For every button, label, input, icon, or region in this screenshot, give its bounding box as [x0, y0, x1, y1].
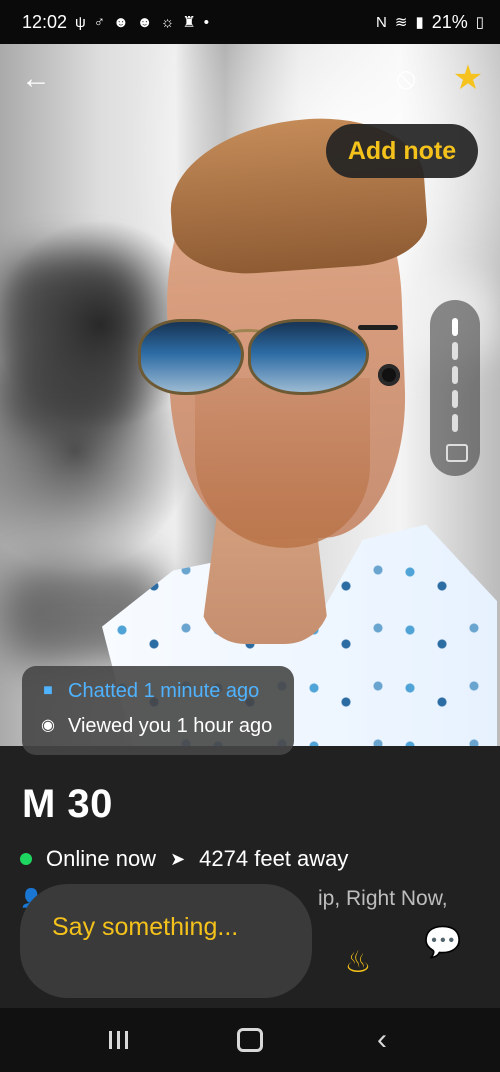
back-arrow-icon: ← — [21, 62, 51, 95]
photo-progress-dot — [452, 342, 458, 360]
wifi-icon: ≋ — [394, 13, 408, 31]
navigation-bar: ‹ — [0, 1008, 500, 1072]
earbud — [378, 364, 400, 386]
chat-icon: 💬 — [424, 925, 462, 959]
nfc-icon: N — [376, 13, 387, 31]
private-photo-icon — [446, 444, 468, 462]
usb-icon: ψ — [75, 13, 86, 31]
chatted-text: Chatted 1 minute ago — [68, 680, 260, 702]
battery-icon: ▯ — [475, 13, 484, 31]
home-button[interactable] — [224, 1020, 276, 1060]
battery-text: 21% — [431, 11, 468, 32]
home-icon — [237, 1028, 263, 1052]
activity-card: ■ Chatted 1 minute ago ◉ Viewed you 1 ho… — [22, 666, 294, 755]
sunglasses — [138, 299, 398, 399]
chatted-row: ■ Chatted 1 minute ago — [38, 680, 278, 702]
photo-progress-dot — [452, 390, 458, 408]
message-input[interactable]: Say something... — [20, 884, 312, 998]
flame-icon: ♨ — [344, 945, 372, 979]
chat-button[interactable]: 💬 — [423, 922, 463, 962]
recent-apps-icon — [108, 1031, 128, 1049]
right-lens — [248, 319, 369, 395]
recent-apps-button[interactable] — [92, 1020, 144, 1060]
status-left: 12:02 ψ ♂ ☻ ☻ ☼ ♜ • — [22, 12, 209, 33]
back-button[interactable]: ← — [14, 57, 58, 101]
online-status-dot — [20, 853, 32, 865]
profile-meta: Online now ➤ 4274 feet away — [20, 846, 348, 872]
trophy-icon: ♜ — [182, 13, 196, 31]
back-nav-button[interactable]: ‹ — [356, 1020, 408, 1060]
notification-icon: ☻ — [136, 13, 153, 31]
distance-text: 4274 feet away — [199, 846, 349, 871]
top-controls: ← ⦸ ★ — [0, 44, 500, 124]
dot-icon: • — [203, 13, 210, 31]
status-right: N ≋ ▮ 21% ▯ — [376, 12, 484, 33]
add-note-button[interactable]: Add note — [326, 124, 478, 178]
viewed-text: Viewed you 1 hour ago — [68, 715, 273, 737]
online-status-text: Online now — [46, 846, 157, 871]
left-lens — [138, 319, 244, 395]
glasses-arm — [358, 325, 398, 330]
status-time: 12:02 — [22, 11, 68, 32]
block-icon: ⦸ — [396, 62, 416, 95]
star-icon: ★ — [452, 59, 484, 97]
location-arrow-icon: ➤ — [170, 848, 186, 869]
back-nav-icon: ‹ — [377, 1023, 387, 1056]
status-bar: 12:02 ψ ♂ ☻ ☻ ☼ ♜ • N ≋ ▮ 21% ▯ — [0, 0, 500, 44]
connections-icon: ♂ — [93, 13, 105, 31]
block-button[interactable]: ⦸ — [384, 57, 428, 101]
alarm-icon: ☼ — [160, 13, 175, 31]
photo-progress-dot — [452, 414, 458, 432]
chat-bubble-icon: ■ — [43, 682, 53, 700]
flame-button[interactable]: ♨ — [338, 942, 378, 982]
notification-icon: ☻ — [113, 13, 129, 31]
photo-progress-dot — [452, 318, 458, 336]
profile-tags-text: ip, Right Now, — [318, 887, 448, 910]
eye-icon: ◉ — [41, 717, 55, 735]
photo-progress-dot — [452, 366, 458, 384]
beard — [195, 378, 370, 548]
photo-progress — [430, 300, 480, 476]
viewed-row: ◉ Viewed you 1 hour ago — [38, 715, 278, 737]
signal-icon: ▮ — [415, 13, 424, 31]
profile-title: M 30 — [22, 782, 113, 826]
favorite-button[interactable]: ★ — [446, 56, 490, 100]
